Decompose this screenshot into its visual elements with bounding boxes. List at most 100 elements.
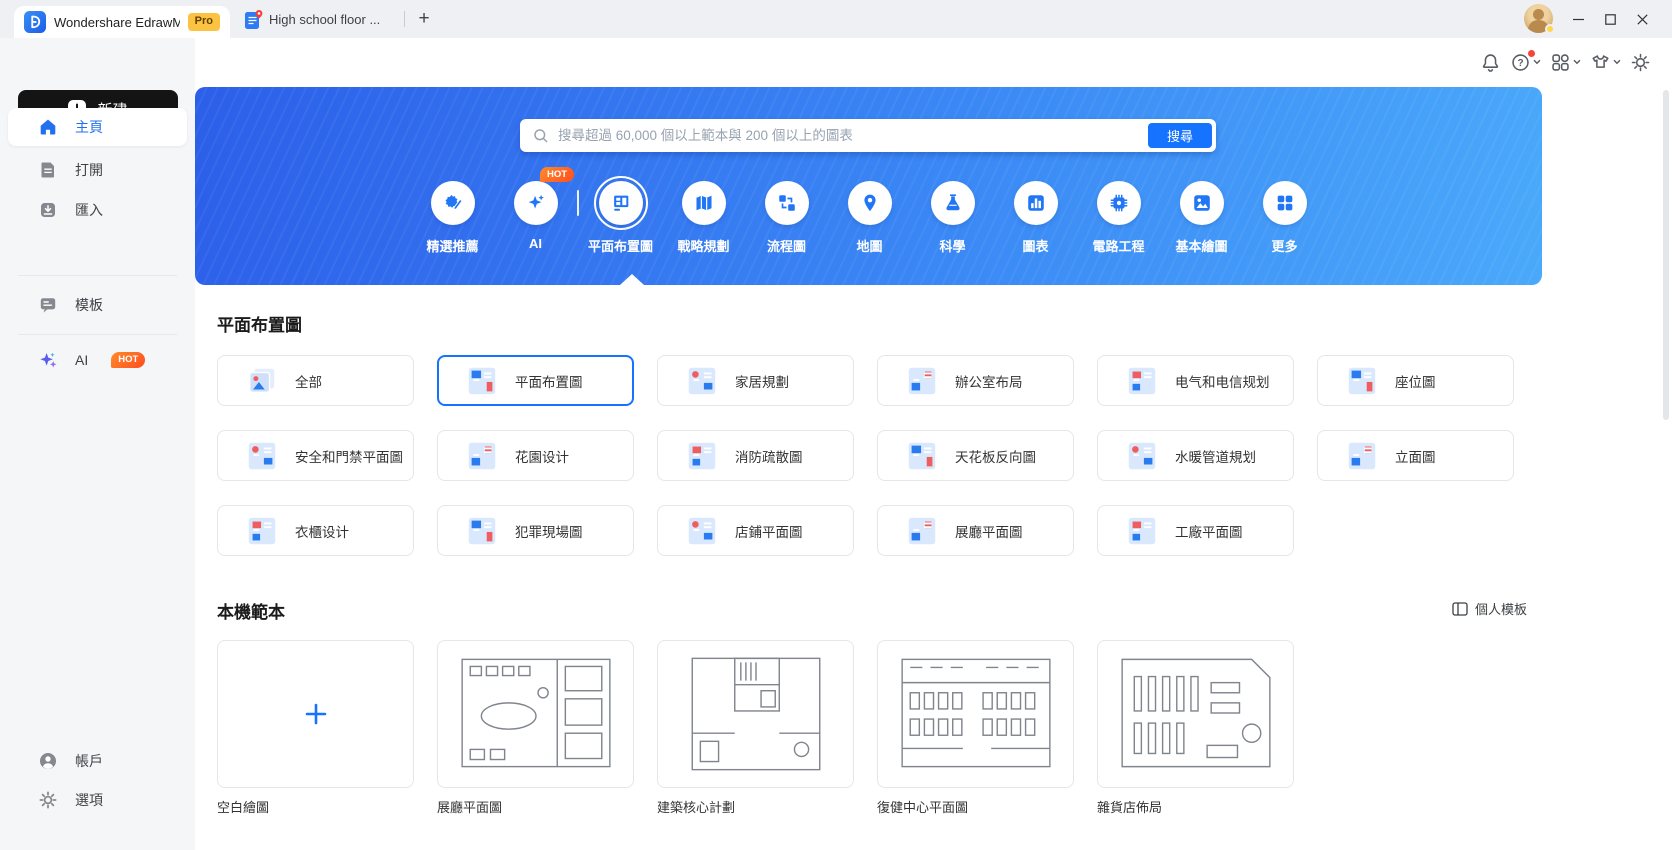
section-title-local-templates: 本機範本 bbox=[217, 603, 285, 622]
close-button[interactable] bbox=[1627, 0, 1658, 38]
category-card-3[interactable]: 辦公室布局 bbox=[877, 355, 1074, 406]
template-card[interactable] bbox=[877, 640, 1074, 788]
search-button[interactable]: 搜尋 bbox=[1148, 123, 1212, 148]
category-card-4[interactable]: 电气和电信规划 bbox=[1097, 355, 1294, 406]
banner-category-label: 精選推薦 bbox=[426, 239, 479, 254]
notification-bell-icon[interactable] bbox=[1480, 52, 1501, 73]
circuit-icon bbox=[1096, 181, 1141, 225]
tab-edrawmax-home[interactable]: Wondershare EdrawMax Pro bbox=[14, 6, 230, 38]
sidebar-item-account[interactable]: 帳戶 bbox=[8, 742, 187, 780]
search-icon bbox=[533, 128, 549, 144]
section-title-floorplan: 平面布置圖 bbox=[217, 316, 302, 335]
category-ring bbox=[1092, 176, 1146, 230]
settings-icon[interactable] bbox=[1630, 52, 1651, 73]
sidebar-item-label: 匯入 bbox=[75, 202, 103, 218]
layout-board-icon bbox=[1452, 601, 1468, 616]
theme-icon[interactable] bbox=[1590, 52, 1621, 73]
sidebar-divider bbox=[18, 334, 177, 335]
category-ring bbox=[843, 176, 897, 230]
banner-category-3[interactable]: 戰略規劃 bbox=[662, 176, 745, 255]
sidebar-item-options[interactable]: 選項 bbox=[8, 781, 187, 819]
topbar-icon-row: ? bbox=[1480, 49, 1651, 75]
hot-badge: HOT bbox=[540, 167, 575, 183]
category-card-label: 花園设计 bbox=[515, 449, 569, 465]
template-card[interactable] bbox=[437, 640, 634, 788]
template-card[interactable] bbox=[657, 640, 854, 788]
category-card-1[interactable]: 平面布置圖 bbox=[437, 355, 634, 406]
category-card-7[interactable]: 花園设计 bbox=[437, 430, 634, 481]
category-card-12[interactable]: 衣櫃设计 bbox=[217, 505, 414, 556]
banner-category-6[interactable]: 科學 bbox=[911, 176, 994, 255]
banner-category-0[interactable]: 精選推薦 bbox=[411, 176, 494, 255]
minimize-button[interactable] bbox=[1563, 0, 1594, 38]
banner-category-7[interactable]: 圖表 bbox=[994, 176, 1077, 255]
blank-drawing-card[interactable] bbox=[217, 640, 414, 788]
category-card-9[interactable]: 天花板反向圖 bbox=[877, 430, 1074, 481]
local-template-2: 建築核心計劃 bbox=[657, 640, 854, 816]
local-template-4: 雜貨店佈局 bbox=[1097, 640, 1294, 816]
sidebar-item-home[interactable]: 主頁 bbox=[8, 108, 187, 146]
showroom-plan-thumb-icon bbox=[905, 514, 939, 548]
local-template-0: 空白繪圖 bbox=[217, 640, 414, 816]
edrawmax-window: Wondershare EdrawMax Pro High school flo… bbox=[0, 0, 1672, 850]
home-icon bbox=[38, 117, 58, 137]
selected-category-ring bbox=[593, 176, 648, 230]
science-flask-icon bbox=[930, 181, 975, 225]
banner-category-9[interactable]: 基本繪圖 bbox=[1160, 176, 1243, 255]
vertical-scrollbar[interactable] bbox=[1663, 90, 1669, 420]
search-input[interactable] bbox=[558, 128, 1148, 143]
avatar-status-dot bbox=[1545, 24, 1555, 34]
strategy-map-icon bbox=[681, 181, 726, 225]
tab-title: Wondershare EdrawMax bbox=[54, 14, 180, 30]
sidebar-item-templates[interactable]: 模板 bbox=[8, 286, 187, 324]
category-card-6[interactable]: 安全和門禁平面圖 bbox=[217, 430, 414, 481]
search-bar: 搜尋 bbox=[520, 119, 1216, 152]
personal-templates-link[interactable]: 個人模板 bbox=[1452, 599, 1527, 618]
banner-category-row: 精選推薦 HOT AI 平面布置圖 戰略規劃 流程圖 地圖 科學 圖表 電路工程 基本繪圖 更多 bbox=[195, 167, 1542, 255]
template-name: 建築核心計劃 bbox=[657, 800, 736, 815]
category-card-16[interactable]: 工廠平面圖 bbox=[1097, 505, 1294, 556]
tab-document[interactable]: High school floor ... bbox=[236, 0, 388, 38]
chevron-down-icon bbox=[1613, 59, 1621, 65]
maximize-button[interactable] bbox=[1595, 0, 1626, 38]
template-board-icon bbox=[38, 295, 58, 315]
local-template-1: 展廳平面圖 bbox=[437, 640, 634, 816]
category-card-11[interactable]: 立面圖 bbox=[1317, 430, 1514, 481]
category-card-15[interactable]: 展廳平面圖 bbox=[877, 505, 1074, 556]
category-card-10[interactable]: 水暖管道規划 bbox=[1097, 430, 1294, 481]
category-card-13[interactable]: 犯罪現場圖 bbox=[437, 505, 634, 556]
category-card-label: 电气和电信规划 bbox=[1175, 374, 1270, 390]
help-icon[interactable]: ? bbox=[1510, 49, 1541, 73]
banner-category-8[interactable]: 電路工程 bbox=[1077, 176, 1160, 255]
template-card[interactable] bbox=[1097, 640, 1294, 788]
banner-category-2[interactable]: 平面布置圖 bbox=[579, 176, 662, 255]
floor-plan-thumb-icon bbox=[465, 364, 499, 398]
hero-banner: 搜尋 精選推薦 HOT AI 平面布置圖 戰略規劃 流程圖 地圖 科學 圖表 電路工程 基本繪圖 更多 bbox=[195, 87, 1542, 285]
banner-category-label: 基本繪圖 bbox=[1175, 239, 1228, 254]
category-card-0[interactable]: 全部 bbox=[217, 355, 414, 406]
new-tab-button[interactable]: + bbox=[412, 7, 436, 31]
category-card-8[interactable]: 消防疏散圖 bbox=[657, 430, 854, 481]
banner-category-4[interactable]: 流程圖 bbox=[745, 176, 828, 255]
apps-icon[interactable] bbox=[1550, 52, 1581, 73]
sidebar-item-open[interactable]: 打開 bbox=[8, 151, 187, 189]
flowchart-icon bbox=[764, 181, 809, 225]
category-card-5[interactable]: 座位圖 bbox=[1317, 355, 1514, 406]
sidebar-item-label: 選項 bbox=[75, 792, 103, 808]
category-ring bbox=[677, 176, 731, 230]
sidebar-item-ai[interactable]: AI HOT bbox=[8, 341, 187, 379]
category-card-label: 工廠平面圖 bbox=[1175, 524, 1243, 540]
category-card-label: 犯罪現場圖 bbox=[515, 524, 583, 540]
banner-category-5[interactable]: 地圖 bbox=[828, 176, 911, 255]
category-card-2[interactable]: 家居規劃 bbox=[657, 355, 854, 406]
banner-category-10[interactable]: 更多 bbox=[1243, 176, 1326, 255]
category-card-label: 衣櫃设计 bbox=[295, 524, 349, 540]
user-avatar[interactable] bbox=[1524, 4, 1555, 34]
sidebar-item-label: 打開 bbox=[75, 162, 103, 178]
banner-category-1[interactable]: HOT AI bbox=[494, 167, 577, 251]
banner-category-label: 更多 bbox=[1271, 239, 1298, 254]
category-ring bbox=[926, 176, 980, 230]
banner-category-label: 圖表 bbox=[1022, 239, 1049, 254]
category-card-14[interactable]: 店鋪平面圖 bbox=[657, 505, 854, 556]
sidebar-item-import[interactable]: 匯入 bbox=[8, 191, 187, 229]
